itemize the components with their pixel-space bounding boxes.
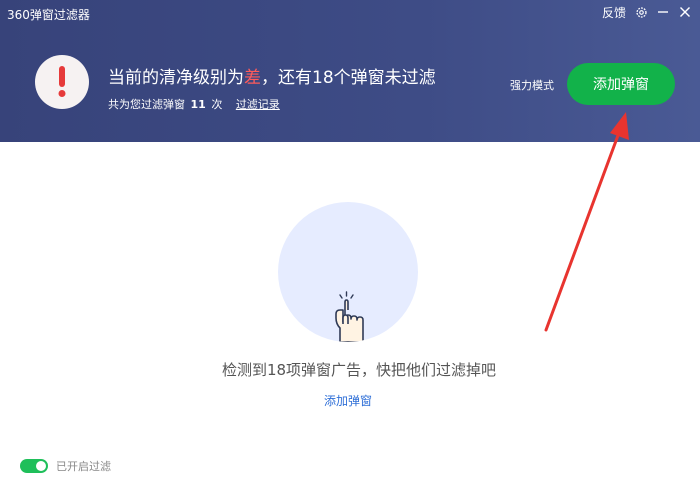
summary-prefix: 共为您过滤弹窗 [108, 98, 185, 111]
title-bar-actions: 反馈 [602, 3, 692, 21]
filter-history-link[interactable]: 过滤记录 [236, 98, 280, 111]
exclamation-icon [35, 55, 89, 109]
arrow-shaft [544, 128, 622, 332]
filtered-count: 11 [190, 98, 206, 111]
clean-level: 差 [244, 68, 261, 88]
gear-icon[interactable] [634, 3, 648, 21]
add-popup-button[interactable]: 添加弹窗 [567, 63, 675, 105]
toggle-knob [36, 461, 46, 471]
minimize-icon[interactable] [656, 3, 670, 21]
add-popup-link[interactable]: 添加弹窗 [0, 392, 696, 409]
empty-state-message: 检测到18项弹窗广告，快把他们过滤掉吧 [221, 361, 497, 379]
status-headline: 当前的清净级别为差，还有18个弹窗未过滤 [108, 63, 436, 88]
strong-mode-button[interactable]: 强力模式 [510, 77, 554, 93]
filter-toggle-row: 已开启过滤 [20, 458, 111, 474]
pointing-hand-icon [335, 291, 364, 342]
empty-state-illustration [278, 202, 418, 342]
app-title: 360弹窗过滤器 [7, 8, 90, 22]
summary-suffix: 次 [211, 98, 223, 111]
filter-toggle-label: 已开启过滤 [56, 460, 111, 473]
app-window: 360弹窗过滤器 反馈 当前的清净级别为差，还有18个弹窗未过滤 共为您过滤弹窗… [0, 0, 700, 490]
feedback-button[interactable]: 反馈 [602, 3, 626, 21]
status-suffix: ，还有18个弹窗未过滤 [261, 68, 436, 88]
filter-summary: 共为您过滤弹窗 11 次 过滤记录 [108, 96, 280, 112]
header-banner: 360弹窗过滤器 反馈 当前的清净级别为差，还有18个弹窗未过滤 共为您过滤弹窗… [0, 0, 700, 142]
status-prefix: 当前的清净级别为 [108, 68, 244, 88]
close-icon[interactable] [678, 3, 692, 21]
filter-toggle[interactable] [20, 459, 48, 473]
